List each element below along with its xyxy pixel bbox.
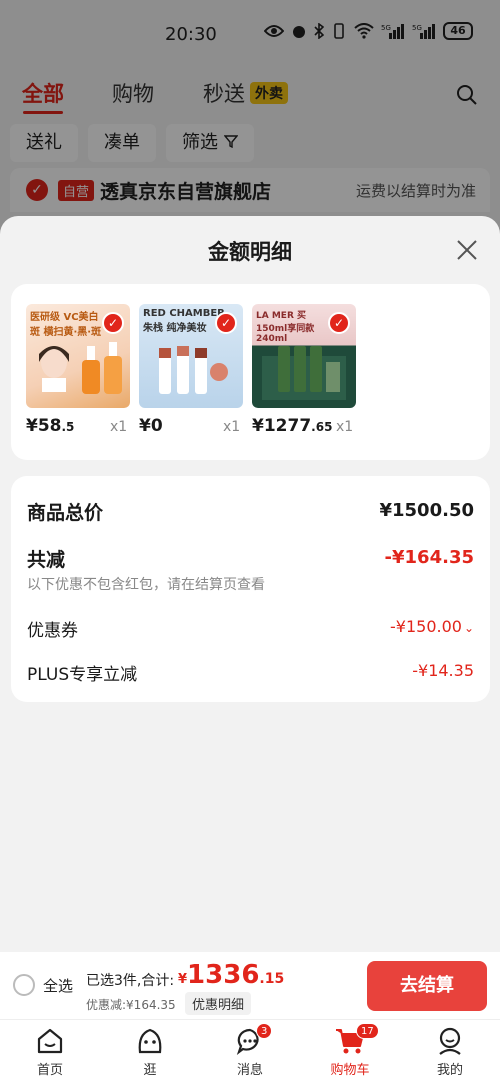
nav-profile[interactable]: 我的 <box>420 1026 480 1078</box>
total-amount-dec: .15 <box>259 971 285 987</box>
nav-home-label: 首页 <box>36 1063 63 1078</box>
discount-text: 优惠减:¥164.35 <box>86 998 176 1012</box>
price-int: ¥58 <box>26 416 62 436</box>
nav-messages[interactable]: 3 消息 <box>220 1023 280 1078</box>
total-price-value: ¥1500.50 <box>379 500 474 521</box>
lipstick-tubes-icon <box>159 346 228 394</box>
nav-browse-label: 逛 <box>143 1063 157 1078</box>
total-currency: ¥ <box>178 972 188 987</box>
nav-cart[interactable]: 17 购物车 <box>320 1023 380 1078</box>
lamer-set-icon <box>262 346 346 400</box>
product-image[interactable]: RED CHAMBER 朱栈 纯净美妆 ✓ <box>139 304 243 408</box>
price-dec: .65 <box>311 420 333 434</box>
price-int: ¥1277 <box>252 416 312 436</box>
product-image-text: 医研级 VC美白斑 横扫黄·黑·斑 <box>30 312 102 338</box>
selected-count-text: 已选3件,合计: <box>86 973 175 989</box>
nav-home[interactable]: 首页 <box>20 1026 80 1078</box>
total-amount: ¥1336.15 <box>178 960 284 990</box>
coupon-label: 优惠券 <box>27 621 78 641</box>
face-model-icon <box>39 346 69 392</box>
product-qty: x1 <box>336 419 354 435</box>
product-item[interactable]: 医研级 VC美白斑 横扫黄·黑·斑 ✓ ¥58.5 x1 <box>26 304 130 436</box>
cart-count-badge: 17 <box>356 1023 379 1039</box>
nav-messages-label: 消息 <box>236 1063 263 1078</box>
product-price: ¥58.5 <box>26 416 74 436</box>
nav-profile-label: 我的 <box>436 1063 463 1078</box>
amount-detail-sheet: 金额明细 医研级 VC美白斑 横扫黄·黑·斑 ✓ ¥58.5 x1 RED CH… <box>0 216 500 952</box>
product-qty: x1 <box>110 419 128 435</box>
product-check-icon[interactable]: ✓ <box>328 312 350 334</box>
sheet-title: 金额明细 <box>208 240 292 264</box>
total-amount-int: 1336 <box>187 960 260 990</box>
plus-discount-label: PLUS专享立减 <box>27 665 138 685</box>
serum-bottle-icon <box>82 342 122 394</box>
chevron-down-icon[interactable]: ⌄ <box>464 621 474 635</box>
products-card: 医研级 VC美白斑 横扫黄·黑·斑 ✓ ¥58.5 x1 RED CHAMBER… <box>11 284 490 460</box>
nav-browse[interactable]: 逛 <box>120 1026 180 1078</box>
discount-detail-button[interactable]: 优惠明细 <box>185 992 252 1015</box>
checkout-button[interactable]: 去结算 <box>367 961 487 1011</box>
bottom-nav: 首页 逛 3 消息 17 购物车 我的 <box>0 1020 500 1085</box>
browse-face-icon <box>138 1028 162 1054</box>
total-price-label: 商品总价 <box>27 502 104 524</box>
modal-overlay[interactable] <box>0 0 500 240</box>
select-all-radio[interactable] <box>13 974 35 996</box>
total-reduce-label: 共减 <box>27 549 66 571</box>
profile-icon <box>439 1027 461 1055</box>
home-icon <box>37 1028 63 1054</box>
product-price: ¥1277.65 <box>252 416 332 436</box>
price-int: ¥0 <box>139 416 163 436</box>
plus-discount-value: -¥14.35 <box>412 661 474 680</box>
product-image-text: LA MER 买150ml享同款240ml <box>256 311 315 344</box>
product-check-icon[interactable]: ✓ <box>102 312 124 334</box>
coupon-row-value[interactable]: -¥150.00 ⌄ <box>390 617 474 636</box>
price-dec: .5 <box>61 420 75 434</box>
close-icon[interactable] <box>455 238 479 262</box>
message-count-badge: 3 <box>256 1023 273 1039</box>
nav-cart-label: 购物车 <box>330 1063 370 1078</box>
product-image[interactable]: LA MER 买150ml享同款240ml ✓ <box>252 304 356 408</box>
price-summary-card: 商品总价 ¥1500.50 共减 -¥164.35 以下优惠不包含红包，请在结算… <box>11 476 490 702</box>
checkout-bar: 全选 已选3件,合计: ¥1336.15 优惠减:¥164.35 优惠明细 去结… <box>0 952 500 1020</box>
product-price: ¥0 <box>139 416 163 436</box>
product-item[interactable]: RED CHAMBER 朱栈 纯净美妆 ✓ ¥0 x1 <box>139 304 243 436</box>
reduce-note: 以下优惠不包含红包，请在结算页查看 <box>27 577 265 593</box>
select-all-label[interactable]: 全选 <box>43 975 73 996</box>
product-check-icon[interactable]: ✓ <box>215 312 237 334</box>
product-qty: x1 <box>223 419 241 435</box>
total-reduce-value: -¥164.35 <box>384 547 474 568</box>
coupon-value: -¥150.00 <box>390 617 462 636</box>
product-image[interactable]: 医研级 VC美白斑 横扫黄·黑·斑 ✓ <box>26 304 130 408</box>
product-item[interactable]: LA MER 买150ml享同款240ml ✓ ¥1277.65 x1 <box>252 304 356 436</box>
